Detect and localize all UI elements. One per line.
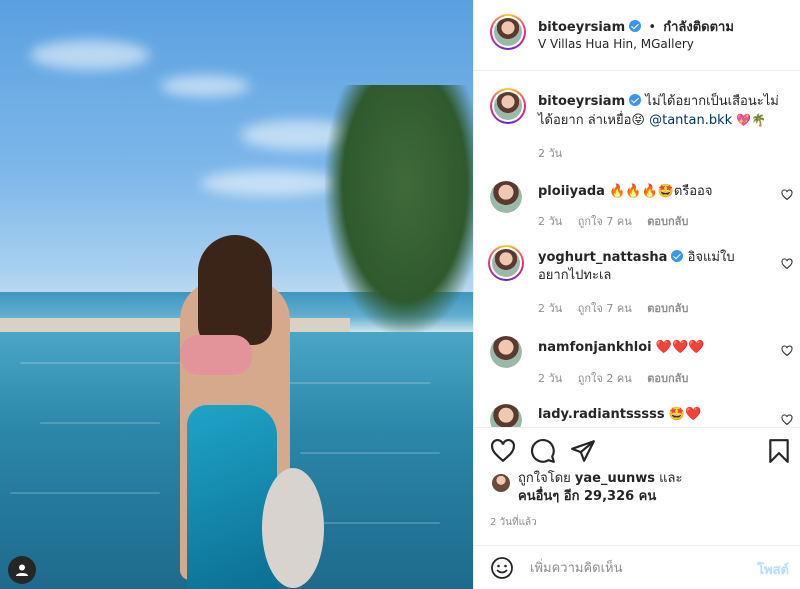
add-comment-bar: โพสต์	[474, 545, 800, 589]
user-tag-icon	[16, 564, 28, 576]
comment-time[interactable]: 2 วัน	[538, 372, 562, 385]
reply-button[interactable]: ตอบกลับ	[647, 302, 688, 315]
caption-avatar[interactable]	[490, 88, 526, 124]
comment-username[interactable]: yoghurt_nattasha	[538, 250, 667, 265]
caption-username[interactable]: bitoeyrsiam	[538, 94, 625, 109]
post-photo[interactable]	[0, 0, 473, 589]
verified-icon	[629, 20, 642, 32]
comments-list[interactable]: bitoeyrsiam ไม่ได้อยากเป็นเสือนะไม่ได้อย…	[474, 71, 800, 427]
comment-meta: 2 วัน ถูกใจ 2 คน ตอบกลับ	[538, 369, 700, 387]
comment-meta: 2 วัน ถูกใจ 7 คน ตอบกลับ	[538, 212, 700, 230]
comment-likes[interactable]: ถูกใจ 2 คน	[578, 372, 632, 385]
bookmark-icon[interactable]	[766, 438, 792, 464]
commenter-avatar[interactable]	[490, 336, 522, 368]
post-header: bitoeyrsiam • กำลังติดตาม V Villas Hua H…	[474, 0, 800, 71]
author-username[interactable]: bitoeyrsiam	[538, 20, 625, 35]
liker-avatar[interactable]	[492, 474, 510, 492]
comment-likes[interactable]: ถูกใจ 7 คน	[578, 302, 632, 315]
post-time[interactable]: 2 วันที่แล้ว	[490, 515, 537, 530]
user-tag-button[interactable]	[8, 556, 36, 584]
heart-icon[interactable]	[490, 438, 516, 464]
follow-status-button[interactable]: กำลังติดตาม	[663, 20, 734, 35]
cloud	[30, 40, 150, 70]
reply-button[interactable]: ตอบกลับ	[647, 372, 688, 385]
comment-text: 🤩❤️	[668, 407, 702, 422]
tree	[325, 85, 473, 335]
comment-like-icon[interactable]	[781, 414, 793, 426]
comment-text: 🔥🔥🔥🤩ตรืออจ	[609, 184, 713, 199]
comment-username[interactable]: namfonjankhloi	[538, 340, 652, 355]
comment: yoghurt_nattasha อิจแม่ใบ อยากไปทะเล	[538, 249, 768, 285]
cloud	[200, 170, 340, 196]
comment-like-icon[interactable]	[781, 345, 793, 357]
likes-summary: ถูกใจโดย yae_uunws และ คนอื่นๆ อีก 29,32…	[490, 470, 790, 506]
verified-icon	[671, 250, 684, 262]
comment-likes[interactable]: ถูกใจ 7 คน	[578, 215, 632, 228]
comment-like-icon[interactable]	[781, 258, 793, 270]
comment-username[interactable]: lady.radiantsssss	[538, 407, 665, 422]
post-side-panel: bitoeyrsiam • กำลังติดตาม V Villas Hua H…	[473, 0, 800, 589]
comment-text: ❤️❤️❤️	[655, 340, 705, 355]
comment-meta: 2 วัน ถูกใจ 7 คน ตอบกลับ	[538, 299, 700, 317]
bikini	[180, 335, 252, 375]
straw-hat	[262, 468, 324, 588]
beach	[0, 318, 350, 332]
emoji-icon[interactable]	[490, 556, 514, 580]
separator: •	[648, 20, 657, 35]
comment: ploiiyada 🔥🔥🔥🤩ตรืออจ	[538, 183, 758, 201]
comment-time[interactable]: 2 วัน	[538, 302, 562, 315]
author-avatar[interactable]	[490, 14, 526, 50]
commenter-avatar[interactable]	[490, 181, 522, 213]
comment-icon[interactable]	[530, 438, 556, 464]
comment-username[interactable]: ploiiyada	[538, 184, 605, 199]
commenter-avatar[interactable]	[490, 404, 522, 427]
commenter-avatar[interactable]	[488, 245, 524, 281]
comment-input[interactable]	[530, 558, 730, 578]
person-hair	[198, 235, 272, 345]
caption-mention-link[interactable]: @tantan.bkk	[649, 113, 732, 128]
caption: bitoeyrsiam ไม่ได้อยากเป็นเสือนะไม่ได้อย…	[538, 93, 783, 130]
caption-emoji: 💖🌴	[736, 113, 767, 127]
share-icon[interactable]	[570, 438, 596, 464]
liked-by-user[interactable]: yae_uunws	[575, 471, 655, 486]
header-title-line: bitoeyrsiam • กำลังติดตาม	[538, 16, 788, 37]
liked-by-suffix: และ	[659, 471, 683, 486]
verified-icon	[629, 94, 642, 106]
post-comment-button[interactable]: โพสต์	[757, 559, 789, 580]
comment: namfonjankhloi ❤️❤️❤️	[538, 339, 758, 357]
location-link[interactable]: V Villas Hua Hin, MGallery	[538, 37, 694, 51]
action-bar	[474, 427, 800, 469]
liked-by-prefix: ถูกใจโดย	[518, 471, 571, 486]
cloud	[160, 75, 250, 97]
comment: lady.radiantsssss 🤩❤️	[538, 406, 758, 424]
sarong	[187, 405, 277, 589]
reply-button[interactable]: ตอบกลับ	[647, 215, 688, 228]
liked-by-others[interactable]: คนอื่นๆ อีก 29,326 คน	[518, 489, 656, 504]
comment-like-icon[interactable]	[781, 189, 793, 201]
comment-time[interactable]: 2 วัน	[538, 215, 562, 228]
caption-time[interactable]: 2 วัน	[538, 144, 562, 162]
